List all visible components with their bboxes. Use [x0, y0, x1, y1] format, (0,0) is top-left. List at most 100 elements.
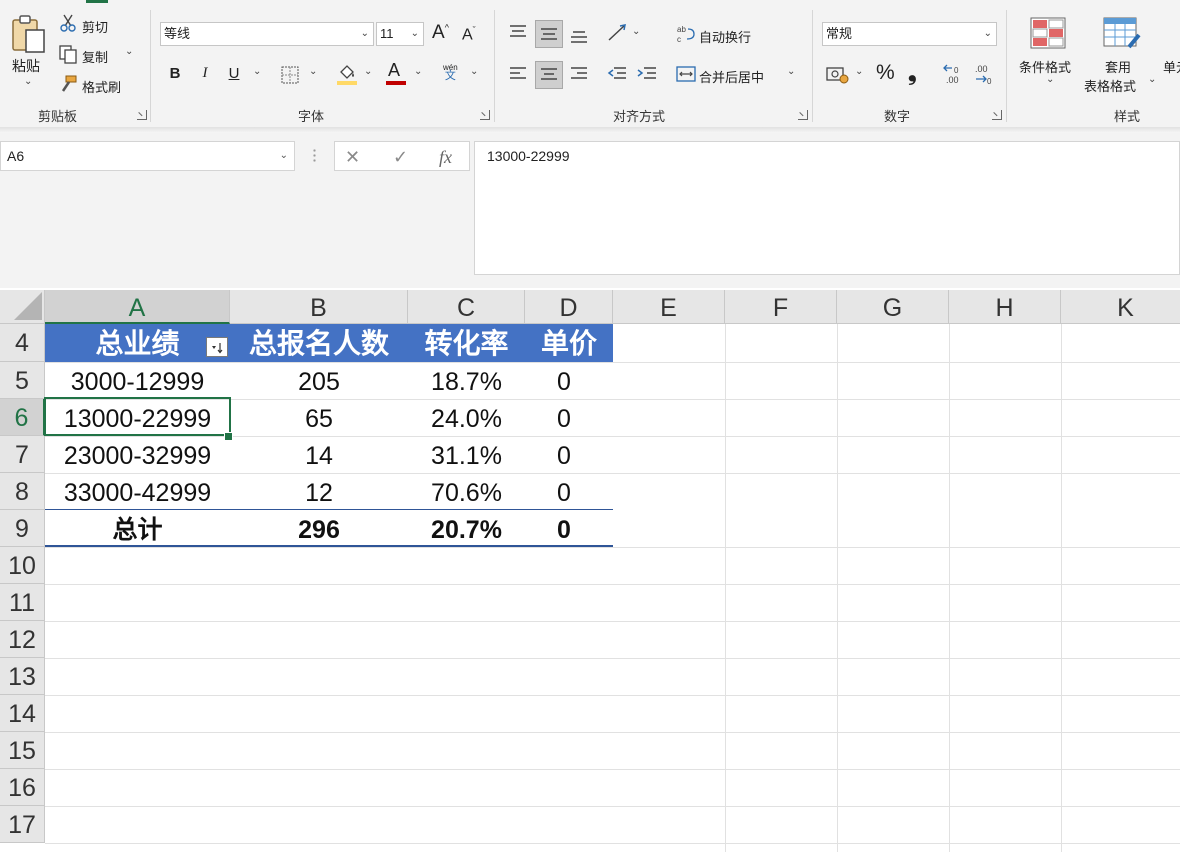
- row-header-4[interactable]: 4: [0, 324, 45, 362]
- phonetic-dropdown-icon[interactable]: ⌄: [470, 66, 478, 77]
- column-header-c[interactable]: C: [408, 290, 525, 324]
- table-cell[interactable]: 0: [525, 473, 603, 510]
- font-launcher-icon[interactable]: [480, 110, 490, 120]
- row-header-9[interactable]: 9: [0, 510, 45, 547]
- percent-style-button[interactable]: %: [876, 61, 895, 85]
- total-cell[interactable]: 总计: [45, 510, 230, 547]
- row-header-15[interactable]: 15: [0, 732, 45, 769]
- bold-button[interactable]: B: [166, 65, 184, 82]
- formula-bar-grip[interactable]: [313, 148, 316, 162]
- table-cell[interactable]: 65: [230, 399, 408, 436]
- fill-color-icon[interactable]: [336, 62, 358, 86]
- decrease-decimal-icon[interactable]: .00 0: [972, 62, 996, 86]
- underline-button[interactable]: U: [225, 65, 243, 82]
- wrap-text-button[interactable]: 自动换行: [699, 27, 751, 46]
- column-header-d[interactable]: D: [525, 290, 613, 324]
- column-header-h[interactable]: H: [949, 290, 1061, 324]
- increase-font-button[interactable]: A^: [432, 22, 449, 44]
- total-cell[interactable]: 20.7%: [408, 510, 525, 547]
- row-header-14[interactable]: 14: [0, 695, 45, 732]
- font-size-dropdown[interactable]: 11 ⌄: [376, 22, 424, 46]
- row-header-13[interactable]: 13: [0, 658, 45, 695]
- format-as-table-button[interactable]: 表格格式: [1084, 76, 1136, 95]
- row-header-6[interactable]: 6: [0, 399, 45, 436]
- table-cell[interactable]: 23000-32999: [45, 436, 230, 473]
- fill-color-dropdown-icon[interactable]: ⌄: [364, 66, 372, 77]
- border-dropdown-icon[interactable]: ⌄: [309, 66, 317, 77]
- merge-dropdown-icon[interactable]: ⌄: [787, 66, 795, 77]
- cut-button[interactable]: 剪切: [82, 17, 108, 36]
- name-box[interactable]: A6 ⌄: [0, 141, 295, 171]
- column-header-g[interactable]: G: [837, 290, 949, 324]
- border-icon[interactable]: [280, 65, 300, 85]
- paste-dropdown-icon[interactable]: ⌄: [24, 76, 32, 87]
- table-cell[interactable]: 3000-12999: [45, 362, 230, 399]
- fill-handle[interactable]: [224, 432, 233, 441]
- row-header-11[interactable]: 11: [0, 584, 45, 621]
- active-cell-selection[interactable]: [44, 397, 231, 436]
- row-header-10[interactable]: 10: [0, 547, 45, 584]
- format-as-table-line1[interactable]: 套用: [1105, 57, 1131, 76]
- table-cell[interactable]: 12: [230, 473, 408, 510]
- accounting-format-icon[interactable]: [826, 66, 850, 84]
- table-cell[interactable]: 33000-42999: [45, 473, 230, 510]
- align-left-icon[interactable]: [508, 66, 528, 82]
- format-table-dropdown-icon[interactable]: ⌄: [1148, 74, 1156, 85]
- table-cell[interactable]: 0: [525, 399, 603, 436]
- format-painter-button[interactable]: 格式刷: [82, 77, 121, 96]
- row-header-12[interactable]: 12: [0, 621, 45, 658]
- row-header-8[interactable]: 8: [0, 473, 45, 510]
- increase-decimal-icon[interactable]: .00 0: [942, 62, 966, 86]
- row-header-5[interactable]: 5: [0, 362, 45, 399]
- column-header-a[interactable]: A: [45, 290, 230, 324]
- number-format-dropdown[interactable]: 常规 ⌄: [822, 22, 997, 46]
- total-cell[interactable]: 0: [525, 510, 603, 547]
- cell-styles-button[interactable]: 单元: [1163, 57, 1180, 76]
- row-header-7[interactable]: 7: [0, 436, 45, 473]
- paste-button[interactable]: 粘贴: [12, 56, 40, 76]
- decrease-indent-icon[interactable]: [606, 66, 628, 82]
- font-color-dropdown-icon[interactable]: ⌄: [414, 66, 422, 77]
- row-header-17[interactable]: 17: [0, 806, 45, 843]
- align-bottom-icon[interactable]: [569, 28, 589, 44]
- table-header-cell[interactable]: 总业绩: [45, 324, 230, 362]
- table-cell[interactable]: 24.0%: [408, 399, 525, 436]
- cancel-icon[interactable]: ✕: [345, 147, 360, 168]
- font-color-button[interactable]: A: [388, 60, 400, 81]
- accounting-dropdown-icon[interactable]: ⌄: [855, 66, 863, 77]
- table-cell[interactable]: 31.1%: [408, 436, 525, 473]
- comma-style-button[interactable]: ❟: [908, 60, 917, 86]
- column-header-f[interactable]: F: [725, 290, 837, 324]
- italic-button[interactable]: I: [196, 65, 214, 82]
- decrease-font-button[interactable]: Aˇ: [462, 25, 476, 44]
- table-cell[interactable]: 14: [230, 436, 408, 473]
- copy-dropdown-icon[interactable]: ⌄: [125, 46, 133, 57]
- clipboard-launcher-icon[interactable]: [137, 110, 147, 120]
- column-header-e[interactable]: E: [613, 290, 725, 324]
- phonetic-guide-button[interactable]: wén 文: [443, 63, 458, 82]
- orientation-dropdown-icon[interactable]: ⌄: [632, 26, 640, 37]
- align-top-icon[interactable]: [508, 24, 528, 40]
- paste-icon[interactable]: [10, 14, 48, 54]
- underline-dropdown-icon[interactable]: ⌄: [253, 66, 261, 77]
- filter-dropdown-button[interactable]: [206, 337, 228, 357]
- table-header-cell[interactable]: 单价: [525, 324, 613, 362]
- row-header-16[interactable]: 16: [0, 769, 45, 806]
- copy-button[interactable]: 复制: [82, 47, 108, 66]
- enter-icon[interactable]: ✓: [393, 147, 408, 168]
- table-cell[interactable]: 18.7%: [408, 362, 525, 399]
- formula-input[interactable]: 13000-22999: [474, 141, 1180, 275]
- merge-center-button[interactable]: 合并后居中: [699, 67, 764, 86]
- table-cell[interactable]: 70.6%: [408, 473, 525, 510]
- font-name-dropdown[interactable]: 等线 ⌄: [160, 22, 374, 46]
- insert-function-icon[interactable]: fx: [439, 147, 452, 168]
- column-header-b[interactable]: B: [230, 290, 408, 324]
- align-right-icon[interactable]: [569, 66, 589, 82]
- column-header-k[interactable]: K: [1061, 290, 1180, 324]
- table-cell[interactable]: 0: [525, 436, 603, 473]
- conditional-dropdown-icon[interactable]: ⌄: [1046, 74, 1054, 85]
- table-header-cell[interactable]: 转化率: [408, 324, 525, 362]
- increase-indent-icon[interactable]: [636, 66, 658, 82]
- total-cell[interactable]: 296: [230, 510, 408, 547]
- conditional-formatting-button[interactable]: 条件格式: [1019, 57, 1071, 76]
